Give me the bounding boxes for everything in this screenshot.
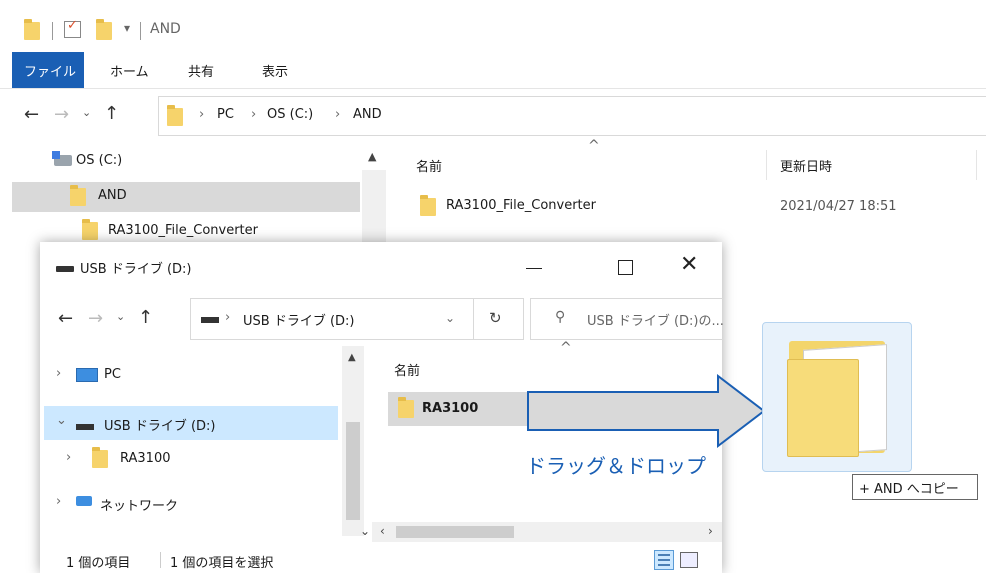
minimize-button[interactable]	[526, 268, 542, 269]
folder-icon	[82, 219, 98, 240]
window-title: AND	[150, 21, 181, 37]
recent-locations-icon[interactable]: ⌄	[82, 106, 91, 119]
details-view-button[interactable]	[654, 550, 674, 570]
scroll-up-icon[interactable]: ▲	[348, 352, 356, 363]
scroll-left-icon[interactable]: ‹	[380, 524, 385, 538]
address-dropdown-icon[interactable]: ⌄	[445, 311, 455, 325]
tab-share[interactable]: 共有	[188, 61, 214, 80]
status-item-count: 1 個の項目	[66, 556, 131, 571]
nav-item-ra3100[interactable]: › RA3100	[44, 444, 338, 474]
usb-drive-icon	[76, 424, 94, 430]
file-row[interactable]: RA3100_File_Converter 2021/04/27 18:51	[412, 192, 972, 220]
search-box[interactable]: ⚲ USB ドライブ (D:)の...	[530, 298, 724, 340]
drag-arrow	[527, 374, 766, 448]
drag-drop-label: ドラッグ＆ドロップ	[526, 454, 706, 478]
chevron-right-icon[interactable]: ›	[56, 366, 61, 381]
breadcrumb-os[interactable]: OS (C:)	[267, 107, 313, 122]
dragged-folder-ghost	[762, 322, 912, 472]
nav-item-pc[interactable]: › PC	[40, 360, 340, 390]
scrollbar-thumb[interactable]	[346, 422, 360, 520]
chevron-right-icon[interactable]: ›	[66, 450, 71, 465]
back-icon[interactable]: ←	[24, 104, 39, 125]
network-icon	[76, 496, 92, 506]
fg-nav-pane: › PC ⌄ USB ドライブ (D:) › RA3100 › ネットワーク ▲	[40, 346, 366, 536]
chevron-right-icon[interactable]: ›	[56, 494, 61, 509]
scroll-up-icon[interactable]: ▲	[368, 150, 376, 163]
search-icon: ⚲	[555, 309, 566, 325]
ribbon: ファイル ホーム 共有 表示	[0, 52, 986, 88]
tab-view[interactable]: 表示	[262, 61, 288, 80]
column-divider[interactable]	[766, 150, 767, 180]
bg-nav-pane: OS (C:) AND RA3100_File_Converter ▲	[0, 140, 388, 250]
fg-address-row: ← → ⌄ ↑ › USB ドライブ (D:) ⌄ ↻ ⚲ USB ドライブ (…	[40, 298, 724, 340]
properties-icon[interactable]: ✓	[64, 18, 81, 38]
fg-horizontal-scrollbar[interactable]: ⌄ ‹ ›	[360, 522, 722, 542]
drive-icon	[52, 151, 72, 166]
recent-locations-icon[interactable]: ⌄	[116, 310, 125, 323]
chevron-down-icon[interactable]: ⌄	[56, 413, 67, 428]
folder-icon	[24, 19, 40, 40]
forward-icon[interactable]: →	[54, 104, 69, 125]
address-bar[interactable]: › PC › OS (C:) › AND	[158, 96, 986, 136]
title-bar[interactable]: USB ドライブ (D:) ✕	[40, 242, 722, 294]
breadcrumb-and[interactable]: AND	[353, 107, 382, 122]
back-icon[interactable]: ←	[58, 308, 73, 329]
nav-item-network[interactable]: › ネットワーク	[44, 486, 338, 516]
window-title: USB ドライブ (D:)	[80, 262, 192, 277]
customize-toolbar-icon[interactable]: ▾	[124, 21, 130, 35]
nav-item-usb-drive[interactable]: ⌄ USB ドライブ (D:)	[44, 406, 338, 440]
new-folder-icon[interactable]	[96, 19, 112, 40]
column-header-name[interactable]: 名前	[416, 156, 442, 175]
breadcrumb-pc[interactable]: PC	[217, 107, 234, 122]
separator	[140, 22, 141, 40]
address-row: ← → ⌄ ↑ › PC › OS (C:) › AND	[0, 96, 986, 136]
tab-home[interactable]: ホーム	[110, 61, 149, 80]
status-bar: 1 個の項目 1 個の項目を選択	[40, 548, 722, 573]
sort-icon: ^	[588, 138, 600, 154]
tab-file[interactable]: ファイル	[12, 52, 84, 88]
separator	[52, 22, 53, 40]
arrow-shape	[527, 374, 766, 448]
scroll-right-icon[interactable]: ›	[708, 524, 713, 538]
nav-item-and[interactable]: AND	[12, 182, 360, 212]
folder-icon	[167, 105, 183, 126]
nav-item-os[interactable]: OS (C:)	[12, 148, 352, 176]
usb-drive-icon	[201, 317, 219, 323]
up-icon[interactable]: ↑	[104, 103, 119, 124]
forward-icon[interactable]: →	[88, 308, 103, 329]
folder-icon	[420, 195, 436, 216]
scroll-down-icon[interactable]: ⌄	[360, 524, 370, 538]
column-header-modified[interactable]: 更新日時	[780, 156, 832, 175]
quick-access-toolbar: ✓ ▾ AND	[0, 8, 986, 48]
folder-icon	[398, 397, 414, 418]
close-button[interactable]: ✕	[680, 252, 698, 277]
bg-nav-scrollbar[interactable]	[362, 170, 386, 250]
bg-file-list: ^ 名前 更新日時 RA3100_File_Converter 2021/04/…	[392, 138, 986, 250]
address-bar[interactable]: › USB ドライブ (D:) ⌄ ↻	[190, 298, 524, 340]
fg-nav-scrollbar[interactable]: ▲	[342, 346, 364, 536]
folder-icon	[92, 447, 108, 468]
usb-drive-icon	[56, 266, 74, 272]
copy-tooltip: + AND へコピー	[852, 474, 978, 500]
column-header-name[interactable]: 名前	[394, 360, 420, 379]
large-icons-view-button[interactable]	[680, 552, 698, 568]
maximize-button[interactable]	[618, 260, 633, 275]
sort-icon: ^	[560, 340, 572, 356]
refresh-icon[interactable]: ↻	[489, 309, 502, 327]
computer-icon	[76, 368, 98, 382]
folder-icon	[70, 185, 86, 206]
up-icon[interactable]: ↑	[138, 307, 153, 328]
scrollbar-thumb[interactable]	[396, 526, 514, 538]
status-selected-count: 1 個の項目を選択	[170, 556, 274, 571]
